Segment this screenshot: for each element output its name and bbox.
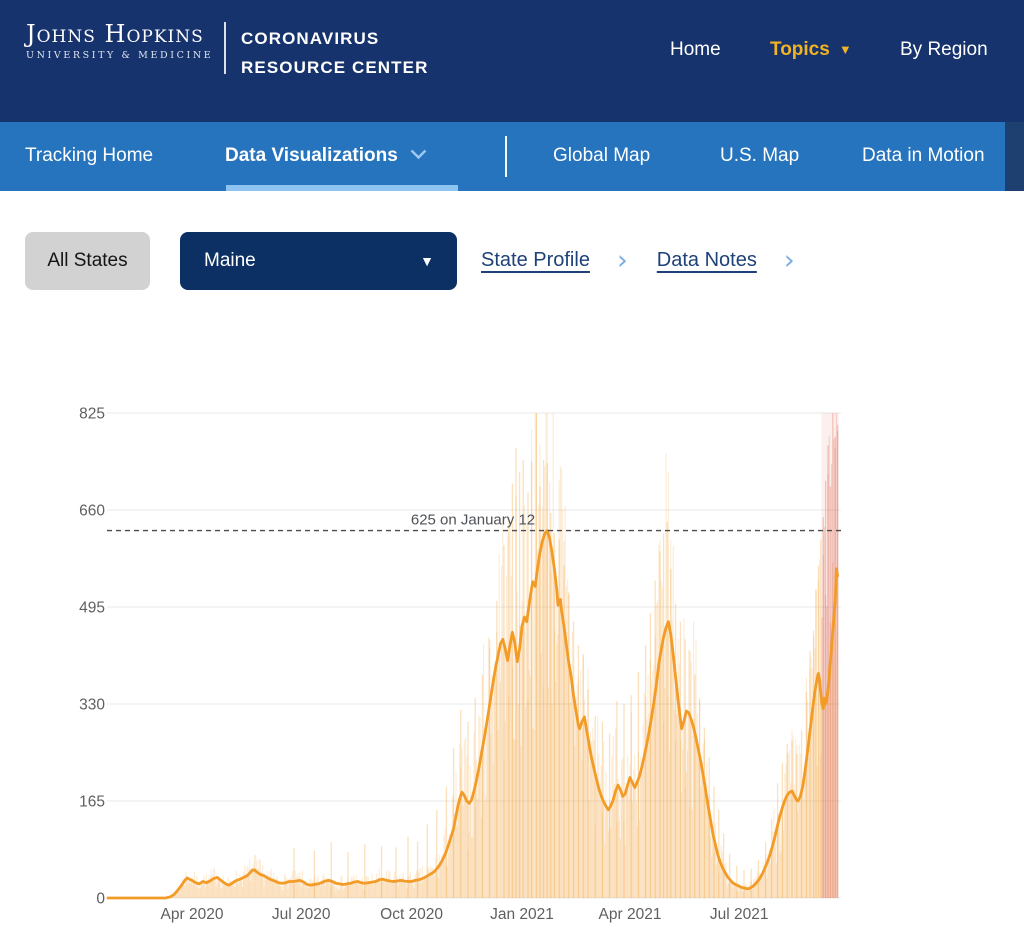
- x-axis-label: Jan 2021: [490, 906, 554, 923]
- x-axis-label: Jul 2021: [710, 906, 769, 923]
- y-axis-label: 0: [96, 891, 105, 908]
- y-axis-label: 165: [79, 794, 105, 811]
- x-axis-label: Apr 2020: [161, 906, 224, 923]
- avg-area: [108, 531, 838, 898]
- x-axis-label: Jul 2020: [272, 906, 331, 923]
- y-axis-label: 495: [79, 600, 105, 617]
- x-axis-label: Oct 2020: [380, 906, 443, 923]
- y-axis-label: 825: [79, 406, 105, 423]
- y-axis-label: 330: [79, 697, 105, 714]
- y-axis-label: 660: [79, 503, 105, 520]
- maine-cases-chart[interactable]: 0 165 330 495 660 825 Apr 2020 Jul 2020 Oct 2020…: [0, 0, 1024, 945]
- peak-annotation: 625 on January 12: [411, 512, 535, 529]
- x-axis-label: Apr 2021: [599, 906, 662, 923]
